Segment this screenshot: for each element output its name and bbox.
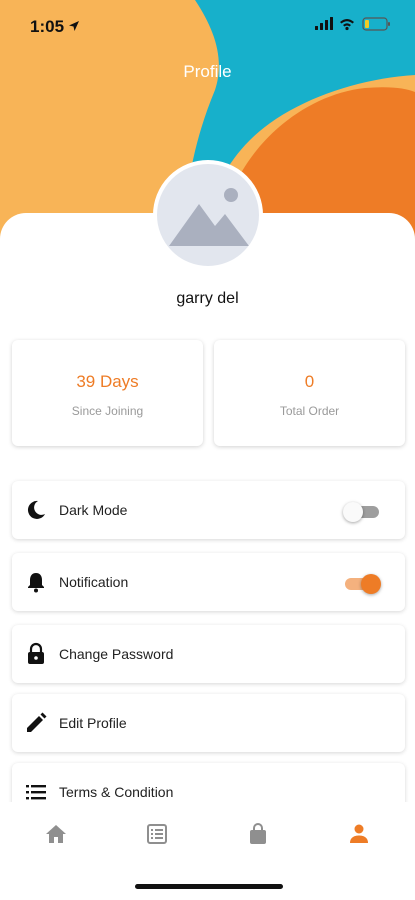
stat-label: Since Joining [71, 404, 144, 418]
settings-row-change-password[interactable]: Change Password [12, 625, 405, 683]
home-icon[interactable] [44, 822, 68, 846]
bottom-nav [0, 802, 415, 864]
bell-icon [28, 573, 44, 593]
profile-name: garry del [176, 290, 239, 307]
settings-row-label: Dark Mode [59, 502, 128, 518]
list-icon[interactable] [145, 822, 169, 846]
settings-row-label: Terms & Condition [59, 784, 174, 800]
stat-label: Total Order [279, 404, 340, 418]
settings-row-edit-profile[interactable]: Edit Profile [12, 694, 405, 752]
status-time: 1:05 [30, 17, 65, 36]
stat-card-since-joining: 39 Days Since Joining [12, 340, 203, 446]
location-arrow-icon [69, 21, 79, 31]
stat-value: 39 Days [76, 372, 139, 391]
lock-icon [28, 642, 44, 664]
signal-icon [315, 17, 333, 30]
settings-row-label: Edit Profile [59, 715, 127, 731]
page-title: Profile [183, 62, 232, 81]
avatar[interactable] [153, 160, 263, 270]
status-bar: 1:05 [0, 0, 415, 52]
home-indicator [135, 884, 283, 889]
stat-value: 0 [304, 372, 315, 391]
notification-toggle[interactable] [343, 572, 381, 594]
pencil-icon [27, 712, 47, 732]
list-icon [26, 785, 46, 800]
battery-icon [362, 17, 390, 31]
settings-row-label: Change Password [59, 646, 174, 662]
image-placeholder-icon [169, 188, 249, 246]
settings-row-label: Notification [59, 574, 129, 590]
settings-row-dark-mode[interactable]: Dark Mode [12, 481, 405, 539]
shopping-bag-icon[interactable] [246, 822, 270, 846]
settings-row-notification[interactable]: Notification [12, 553, 405, 611]
stat-card-total-order: 0 Total Order [214, 340, 405, 446]
moon-icon [27, 500, 45, 519]
status-icons [315, 16, 393, 37]
wifi-icon [340, 19, 354, 31]
person-icon[interactable] [347, 822, 371, 846]
dark-mode-toggle[interactable] [343, 500, 381, 522]
